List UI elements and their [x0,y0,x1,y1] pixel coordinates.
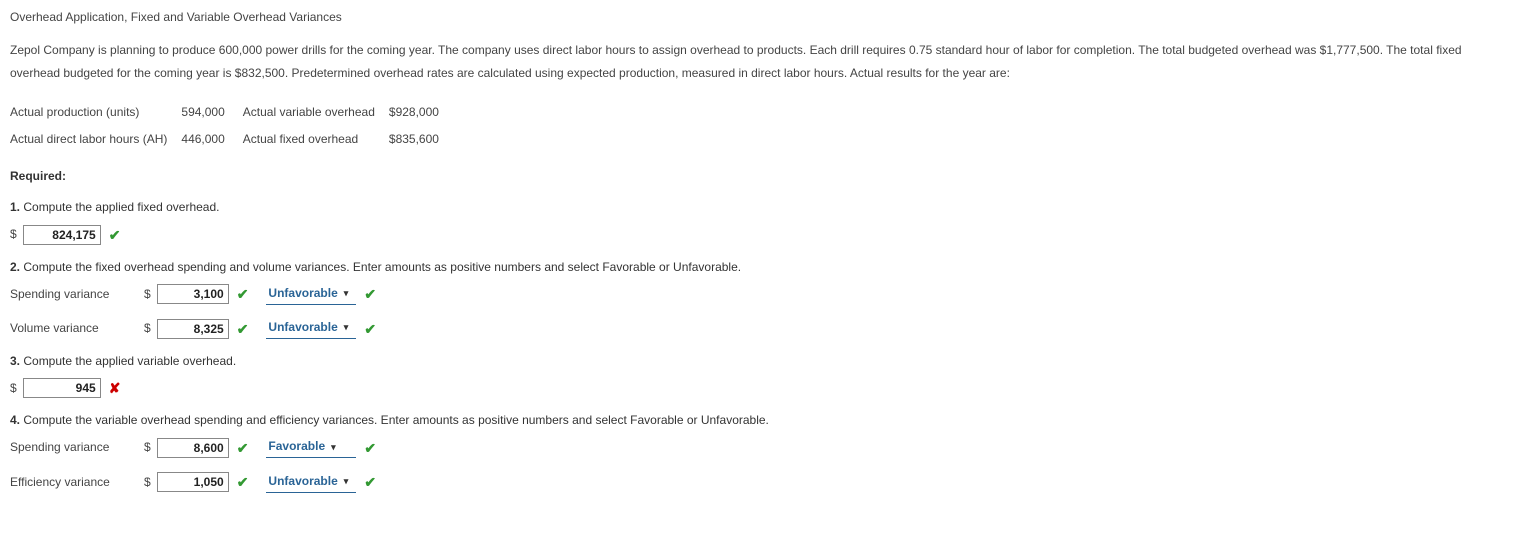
spending-variance-label: Spending variance [10,285,138,304]
actual-dlh-value: 446,000 [181,126,242,153]
question-3-number: 3. [10,354,20,368]
volume-variance-input[interactable] [157,319,229,339]
volume-variance-select[interactable]: Unfavorable ▾ [266,318,356,339]
chevron-down-icon: ▾ [344,286,349,300]
spending-variance-4-row: Spending variance $ ✔ Favorable ▾ ✔ [10,437,1512,459]
efficiency-variance-input[interactable] [157,472,229,492]
check-icon: ✔ [364,471,376,493]
dollar-sign: $ [144,285,151,304]
check-icon: ✔ [237,283,249,305]
volume-variance-label: Volume variance [10,319,138,338]
actuals-table: Actual production (units) 594,000 Actual… [10,99,457,153]
question-3-text: Compute the applied variable overhead. [20,354,236,368]
check-icon: ✔ [109,224,121,246]
actual-variable-overhead-label: Actual variable overhead [243,99,389,126]
dollar-sign: $ [144,438,151,457]
required-heading: Required: [10,167,1512,186]
answer-1-row: $ ✔ [10,224,1512,246]
check-icon: ✔ [237,318,249,340]
spending-variance-row: Spending variance $ ✔ Unfavorable ▾ ✔ [10,283,1512,305]
chevron-down-icon: ▾ [344,320,349,334]
efficiency-variance-select-value: Unfavorable [268,472,337,491]
cross-icon: ✘ [109,377,121,399]
applied-variable-overhead-input[interactable] [23,378,101,398]
dollar-sign: $ [10,225,17,244]
efficiency-variance-row: Efficiency variance $ ✔ Unfavorable ▾ ✔ [10,471,1512,493]
volume-variance-select-value: Unfavorable [268,318,337,337]
chevron-down-icon: ▾ [331,440,336,454]
check-icon: ✔ [237,437,249,459]
question-4: 4. Compute the variable overhead spendin… [10,411,1512,430]
check-icon: ✔ [364,283,376,305]
actual-variable-overhead-value: $928,000 [389,99,457,126]
question-1: 1. Compute the applied fixed overhead. [10,198,1512,217]
check-icon: ✔ [237,471,249,493]
question-4-number: 4. [10,413,20,427]
spending-variance-select[interactable]: Unfavorable ▾ [266,284,356,305]
dollar-sign: $ [144,319,151,338]
table-row: Actual production (units) 594,000 Actual… [10,99,457,126]
actual-fixed-overhead-label: Actual fixed overhead [243,126,389,153]
answer-3-row: $ ✘ [10,377,1512,399]
spending-variance-4-label: Spending variance [10,438,138,457]
table-row: Actual direct labor hours (AH) 446,000 A… [10,126,457,153]
spending-variance-4-input[interactable] [157,438,229,458]
chevron-down-icon: ▾ [344,474,349,488]
check-icon: ✔ [364,437,376,459]
question-4-text: Compute the variable overhead spending a… [20,413,769,427]
question-2-text: Compute the fixed overhead spending and … [20,260,741,274]
question-2-number: 2. [10,260,20,274]
spending-variance-4-select[interactable]: Favorable ▾ [266,437,356,458]
page-title: Overhead Application, Fixed and Variable… [10,8,1512,27]
applied-fixed-overhead-input[interactable] [23,225,101,245]
dollar-sign: $ [144,473,151,492]
actual-production-label: Actual production (units) [10,99,181,126]
question-1-number: 1. [10,200,20,214]
dollar-sign: $ [10,379,17,398]
question-1-text: Compute the applied fixed overhead. [20,200,219,214]
actual-production-value: 594,000 [181,99,242,126]
spending-variance-input[interactable] [157,284,229,304]
actual-dlh-label: Actual direct labor hours (AH) [10,126,181,153]
spending-variance-4-select-value: Favorable [268,437,325,456]
volume-variance-row: Volume variance $ ✔ Unfavorable ▾ ✔ [10,318,1512,340]
actual-fixed-overhead-value: $835,600 [389,126,457,153]
question-3: 3. Compute the applied variable overhead… [10,352,1512,371]
efficiency-variance-select[interactable]: Unfavorable ▾ [266,472,356,493]
intro-text: Zepol Company is planning to produce 600… [10,39,1512,85]
spending-variance-select-value: Unfavorable [268,284,337,303]
question-2: 2. Compute the fixed overhead spending a… [10,258,1512,277]
check-icon: ✔ [364,318,376,340]
efficiency-variance-label: Efficiency variance [10,473,138,492]
